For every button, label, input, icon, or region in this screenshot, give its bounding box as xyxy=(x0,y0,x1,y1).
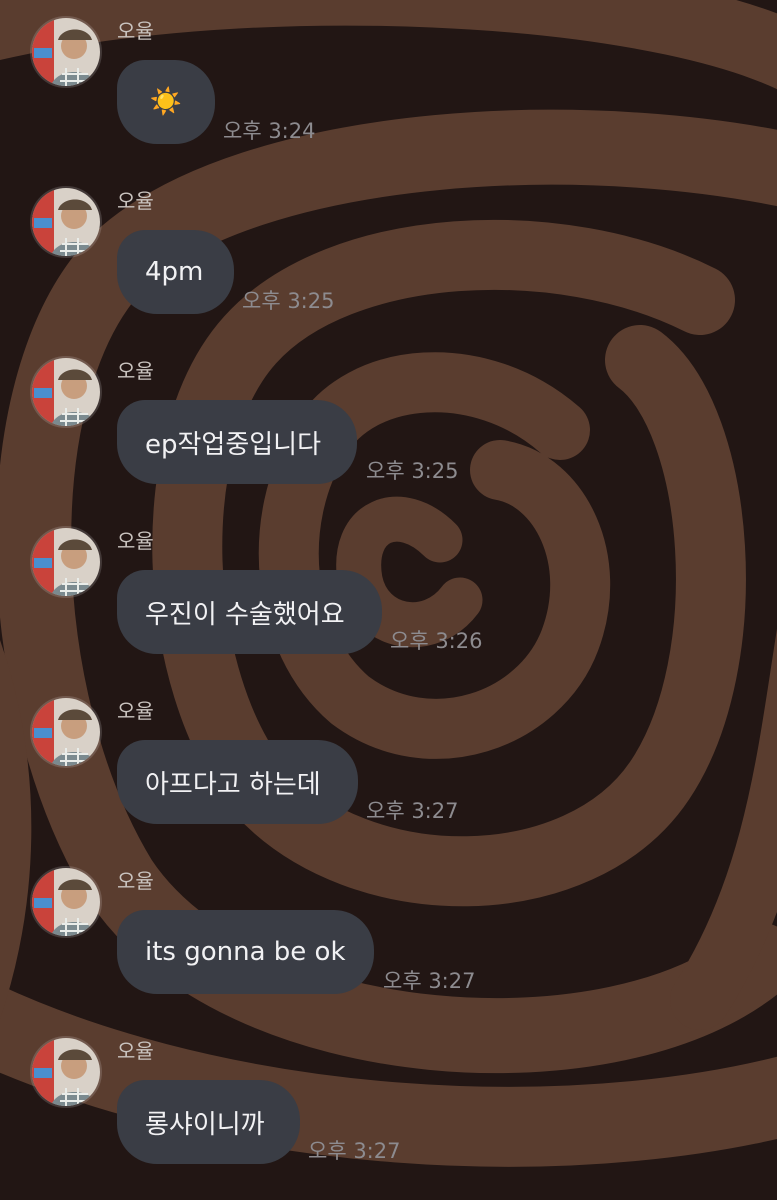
avatar-photo-icon xyxy=(32,528,100,596)
sender-name: 오율 xyxy=(117,359,154,383)
message-time: 오후 3:27 xyxy=(366,799,459,823)
message-item: 오율 ep작업중입니다 오후 3:25 xyxy=(0,342,777,512)
sender-name: 오율 xyxy=(117,869,154,893)
message-bubble[interactable]: 롱샤이니까 xyxy=(117,1080,300,1164)
message-time: 오후 3:24 xyxy=(223,119,316,143)
message-bubble[interactable]: 4pm xyxy=(117,230,234,314)
avatar-photo-icon xyxy=(32,18,100,86)
message-item: 오율 아프다고 하는데 오후 3:27 xyxy=(0,682,777,852)
avatar-photo-icon xyxy=(32,1038,100,1106)
avatar[interactable] xyxy=(30,356,102,428)
avatar-photo-icon xyxy=(32,358,100,426)
sender-name: 오율 xyxy=(117,1039,154,1063)
sender-name: 오율 xyxy=(117,19,154,43)
avatar[interactable] xyxy=(30,696,102,768)
sender-name: 오율 xyxy=(117,699,154,723)
message-item: 오율 롱샤이니까 오후 3:27 xyxy=(0,1022,777,1192)
message-bubble[interactable]: 우진이 수술했어요 xyxy=(117,570,382,654)
message-time: 오후 3:25 xyxy=(366,459,459,483)
message-bubble[interactable]: ep작업중입니다 xyxy=(117,400,357,484)
message-time: 오후 3:27 xyxy=(308,1139,401,1163)
message-item: 오율 4pm 오후 3:25 xyxy=(0,172,777,342)
avatar[interactable] xyxy=(30,866,102,938)
avatar-photo-icon xyxy=(32,868,100,936)
message-item: 오율 우진이 수술했어요 오후 3:26 xyxy=(0,512,777,682)
message-time: 오후 3:25 xyxy=(242,289,335,313)
message-bubble[interactable]: 아프다고 하는데 xyxy=(117,740,358,824)
avatar[interactable] xyxy=(30,186,102,258)
message-bubble[interactable]: its gonna be ok xyxy=(117,910,374,994)
avatar-photo-icon xyxy=(32,188,100,256)
avatar[interactable] xyxy=(30,526,102,598)
message-item: 오율 ☀️ 오후 3:24 xyxy=(0,2,777,172)
sender-name: 오율 xyxy=(117,529,154,553)
avatar-photo-icon xyxy=(32,698,100,766)
avatar[interactable] xyxy=(30,1036,102,1108)
message-item: 오율 its gonna be ok 오후 3:27 xyxy=(0,852,777,1022)
sender-name: 오율 xyxy=(117,189,154,213)
message-time: 오후 3:27 xyxy=(383,969,476,993)
message-bubble[interactable]: ☀️ xyxy=(117,60,215,144)
message-time: 오후 3:26 xyxy=(390,629,483,653)
avatar[interactable] xyxy=(30,16,102,88)
